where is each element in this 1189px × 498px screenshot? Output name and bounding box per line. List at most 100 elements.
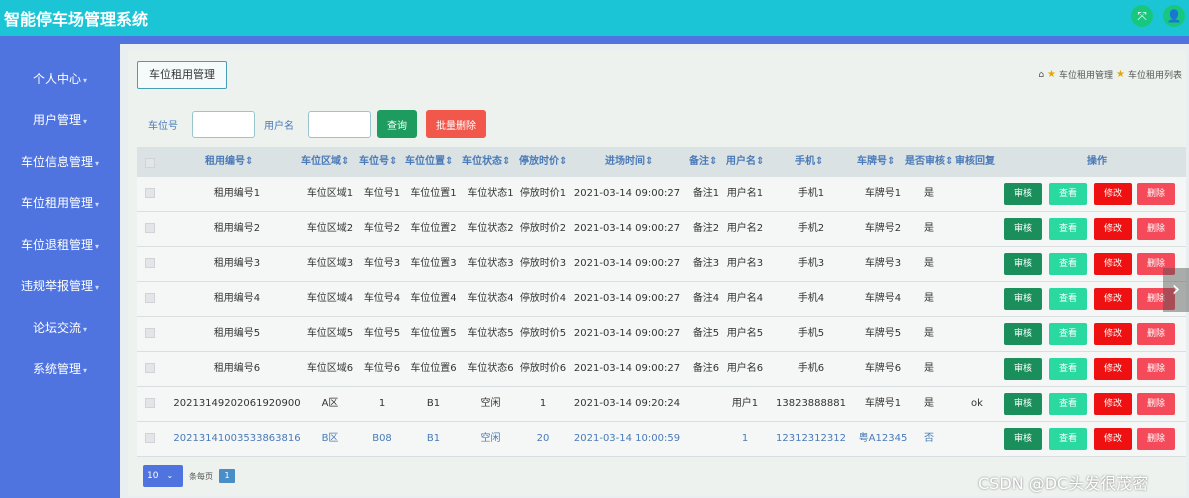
cell-plate: 车牌号1 [864,188,902,199]
row-checkbox[interactable] [145,398,155,408]
page-button[interactable]: 1 [219,469,235,483]
cell-entry-time: 2021-03-14 09:00:27 [573,188,681,199]
cell-space-number: 车位号1 [363,188,401,199]
sidebar: 个人中心 ▾ 用户管理 ▾ 车位信息管理 ▾ 车位租用管理 ▾ 车位退租管理 ▾ 违规举报… [0,44,120,498]
view-button[interactable]: 查看 [1049,253,1087,275]
row-checkbox[interactable] [145,363,155,373]
col-username[interactable]: 用户名⇕ [726,147,764,177]
row-checkbox[interactable] [145,188,155,198]
space-number-input[interactable] [192,110,255,138]
delete-button[interactable]: 删除 [1137,323,1175,345]
col-position[interactable]: 车位位置⇕ [405,147,453,177]
table-row: 租用编号1 车位区域1 车位号1 车位位置1 车位状态1 停放时价1 2021-03-14 … [137,177,1186,212]
table-row: 租用编号6 车位区域6 车位号6 车位位置6 车位状态6 停放时价6 2021-03-14 … [137,352,1186,387]
select-all-checkbox[interactable] [145,158,155,168]
cell-username: 用户1 [731,398,759,409]
edit-button[interactable]: 修改 [1094,288,1132,310]
view-button[interactable]: 查看 [1049,218,1087,240]
table-row: 租用编号4 车位区域4 车位号4 车位位置4 车位状态4 停放时价4 2021-03-14 … [137,282,1186,317]
edit-button[interactable]: 修改 [1094,183,1132,205]
col-status[interactable]: 车位状态⇕ [462,147,510,177]
delete-button[interactable]: 删除 [1137,393,1175,415]
edit-button[interactable]: 修改 [1094,253,1132,275]
watermark: CSDN @DC头发很茂密 [978,474,1149,493]
sidebar-item-forum[interactable]: 论坛交流 ▾ [0,313,120,343]
cell-rental-number: 租用编号3 [213,258,261,269]
fullscreen-icon[interactable]: ⤧ [1131,5,1153,27]
edit-button[interactable]: 修改 [1094,218,1132,240]
audit-button[interactable]: 审核 [1004,218,1042,240]
col-plate[interactable]: 车牌号⇕ [857,147,895,177]
cell-phone: 13823888881 [776,398,846,409]
cell-entry-time: 2021-03-14 10:00:59 [573,433,681,444]
cell-price: 停放时价6 [519,363,567,374]
view-button[interactable]: 查看 [1049,323,1087,345]
col-audited[interactable]: 是否审核⇕ [905,147,953,177]
content-card: 车位租用管理 ⌂ ★ 车位租用管理 ★ 车位租用列表 车位号 用户名 查询 批量… [128,50,1186,496]
cell-space-number: B08 [372,433,392,444]
tab-space-rental[interactable]: 车位租用管理 [137,61,227,89]
sidebar-item-space-rental[interactable]: 车位租用管理 ▾ [0,188,120,218]
audit-button[interactable]: 审核 [1004,288,1042,310]
cell-position: 车位位置6 [410,363,457,374]
sidebar-item-space-info[interactable]: 车位信息管理 ▾ [0,147,120,177]
view-button[interactable]: 查看 [1049,183,1087,205]
row-checkbox[interactable] [145,433,155,443]
cell-audit-reply [949,422,1005,456]
view-button[interactable]: 查看 [1049,393,1087,415]
cell-rental-number: 租用编号2 [213,223,261,234]
sidebar-item-space-return[interactable]: 车位退租管理 ▾ [0,230,120,260]
sidebar-item-violation[interactable]: 违规举报管理 ▾ [0,271,120,301]
audit-button[interactable]: 审核 [1004,323,1042,345]
view-button[interactable]: 查看 [1049,358,1087,380]
delete-button[interactable]: 删除 [1137,218,1175,240]
col-area[interactable]: 车位区域⇕ [301,147,349,177]
edit-button[interactable]: 修改 [1094,393,1132,415]
sidebar-item-personal-center[interactable]: 个人中心 ▾ [0,64,120,94]
pagination: 10 ⌄ 条每页 1 [143,465,235,487]
cell-audited: 是 [924,258,934,269]
table-header: 租用编号⇕ 车位区域⇕ 车位号⇕ 车位位置⇕ 车位状态⇕ 停放时价⇕ 进场时间⇕… [137,147,1186,177]
col-price[interactable]: 停放时价⇕ [519,147,567,177]
sidebar-item-user-management[interactable]: 用户管理 ▾ [0,105,120,135]
col-remark[interactable]: 备注⇕ [689,147,717,177]
row-checkbox[interactable] [145,293,155,303]
audit-button[interactable]: 审核 [1004,428,1042,450]
user-icon[interactable]: 👤 [1163,5,1185,27]
chevron-down-icon: ▾ [83,366,88,375]
edit-button[interactable]: 修改 [1094,428,1132,450]
row-checkbox[interactable] [145,328,155,338]
view-button[interactable]: 查看 [1049,288,1087,310]
top-bar: 智能停车场管理系统 ⤧ 👤 [0,0,1189,44]
chevron-right-icon[interactable]: › [1163,268,1189,312]
audit-button[interactable]: 审核 [1004,253,1042,275]
cell-position: 车位位置3 [410,258,457,269]
row-checkbox[interactable] [145,258,155,268]
delete-button[interactable]: 删除 [1137,428,1175,450]
home-icon[interactable]: ⌂ [1038,70,1044,80]
col-rental-number[interactable]: 租用编号⇕ [205,147,253,177]
delete-button[interactable]: 删除 [1137,358,1175,380]
col-space-number[interactable]: 车位号⇕ [359,147,397,177]
query-button[interactable]: 查询 [377,110,417,138]
cell-status: 空闲 [480,398,501,409]
cell-status: 车位状态2 [467,223,514,234]
cell-rental-number: 20213141003533863816 [173,433,301,444]
edit-button[interactable]: 修改 [1094,358,1132,380]
edit-button[interactable]: 修改 [1094,323,1132,345]
delete-button[interactable]: 删除 [1137,183,1175,205]
cell-entry-time: 2021-03-14 09:20:24 [573,398,681,409]
audit-button[interactable]: 审核 [1004,358,1042,380]
breadcrumb-item[interactable]: 车位租用管理 [1059,68,1113,81]
col-entry-time[interactable]: 进场时间⇕ [605,147,653,177]
table-row: 20213149202061920900 A区 1 B1 空闲 1 2021-03-14 0… [137,387,1186,422]
col-phone[interactable]: 手机⇕ [795,147,823,177]
audit-button[interactable]: 审核 [1004,393,1042,415]
view-button[interactable]: 查看 [1049,428,1087,450]
sidebar-item-system[interactable]: 系统管理 ▾ [0,354,120,384]
page-size-select[interactable]: 10 ⌄ [143,465,183,487]
batch-delete-button[interactable]: 批量删除 [426,110,486,138]
audit-button[interactable]: 审核 [1004,183,1042,205]
row-checkbox[interactable] [145,223,155,233]
username-input[interactable] [308,110,371,138]
